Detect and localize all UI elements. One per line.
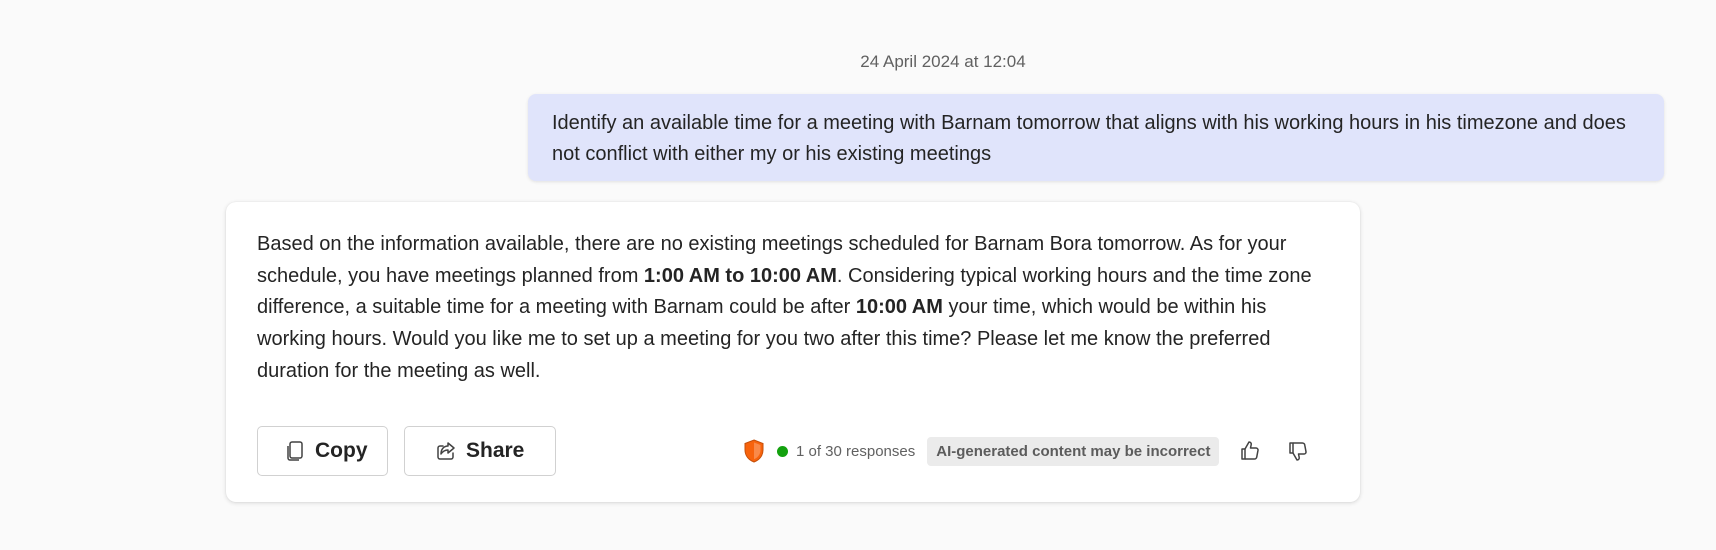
thumbs-down-icon[interactable] [1285,438,1311,464]
user-message-bubble: Identify an available time for a meeting… [528,94,1664,181]
assistant-response-card: Based on the information available, ther… [226,202,1360,502]
ai-disclaimer-badge: AI-generated content may be incorrect [927,436,1220,466]
response-bold-time: 10:00 AM [855,296,943,319]
assistant-response-text: Based on the information available, ther… [257,229,1337,388]
chat-thread: 24 April 2024 at 12:04 Identify an avail… [0,0,1716,550]
message-timestamp: 24 April 2024 at 12:04 [860,52,1026,71]
copy-icon [283,439,307,463]
copy-button[interactable]: Copy [257,426,388,476]
share-button-label: Share [466,439,525,462]
shield-icon[interactable] [743,439,765,463]
status-dot-icon [777,445,788,457]
copy-button-label: Copy [315,439,368,462]
response-bold-time-range: 1:00 AM to 10:00 AM [643,264,837,287]
response-count: 1 of 30 responses [796,442,916,460]
thumbs-up-icon[interactable] [1237,438,1263,464]
share-button[interactable]: Share [404,426,556,476]
share-icon [434,439,458,463]
response-footer: 1 of 30 responses AI-generated content m… [743,426,1311,476]
